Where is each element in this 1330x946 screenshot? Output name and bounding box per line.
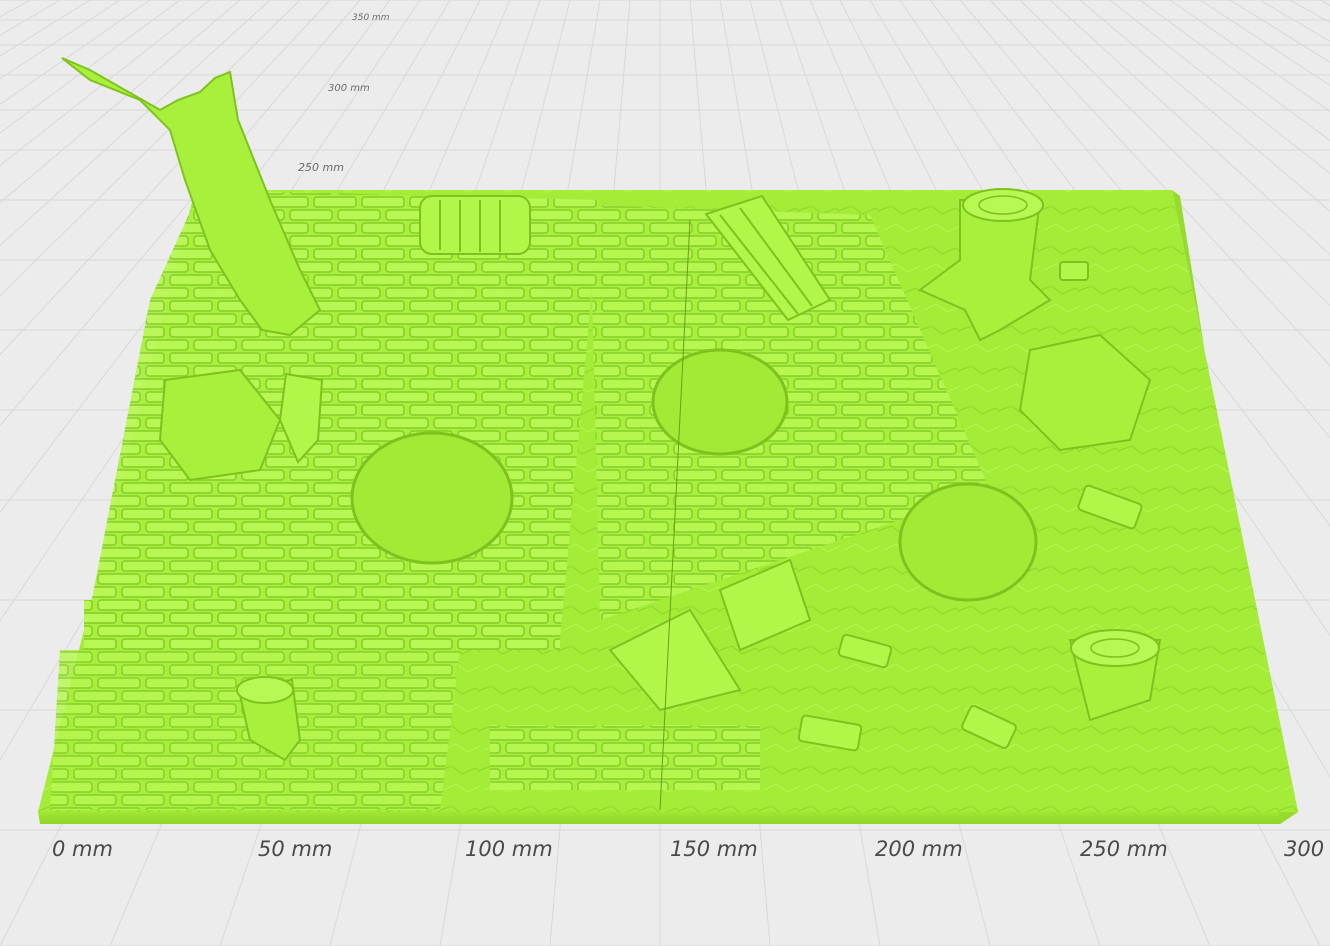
rubble-left [158,368,324,482]
x-ruler-label: 0 mm [52,837,113,861]
3d-viewport[interactable]: 0 mm50 mm100 mm150 mm200 mm250 mm300 mm … [0,0,1330,946]
base-pocket-right [898,482,1038,602]
scene-canvas[interactable]: 0 mm50 mm100 mm150 mm200 mm250 mm300 mm … [0,0,1330,946]
broken-column-left [419,195,531,255]
grid-line [0,0,31,18]
x-ruler-label: 250 mm [1080,837,1168,861]
x-ruler-label: 300 mm [1284,837,1330,861]
y-ruler-label: 250 mm [298,161,344,174]
y-ruler-label: 300 mm [328,83,370,94]
x-ruler-label: 150 mm [670,837,758,861]
model-front-face [38,812,1298,824]
x-ruler: 0 mm 50 mm 100 mm 150 mm 200 mm 250 mm 300 mm [52,837,1330,861]
brick-strip-center [490,725,760,790]
grid-line [1319,0,1330,6]
terrain-model[interactable] [38,57,1298,824]
x-ruler-label: 200 mm [875,837,963,861]
x-ruler-label: 50 mm [258,837,332,861]
base-pocket-left [350,431,514,565]
brick-platform-step [84,600,560,650]
base-pocket-center [651,348,789,456]
y-ruler-label: 350 mm [352,13,390,23]
x-ruler-label: 100 mm [465,837,553,861]
